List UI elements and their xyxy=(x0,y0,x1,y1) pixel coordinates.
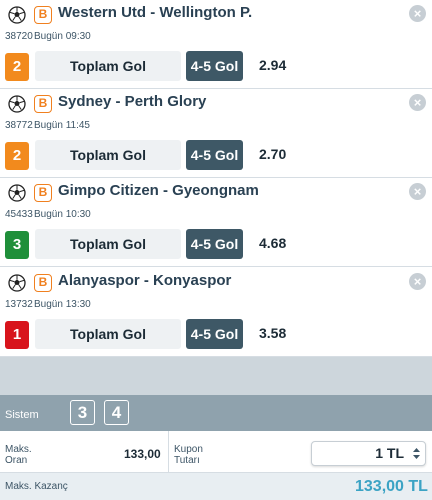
soccer-ball-icon xyxy=(8,95,26,113)
match-code: 38772 xyxy=(5,120,33,131)
soccer-ball-icon xyxy=(8,6,26,24)
soccer-ball-icon xyxy=(8,274,26,292)
close-icon[interactable]: × xyxy=(409,273,426,290)
selection-button[interactable]: 4-5 Gol xyxy=(186,51,243,81)
empty-area xyxy=(0,357,432,395)
max-winnings-row: Maks. Kazanç 133,00 TL xyxy=(0,473,432,500)
max-winnings-label: Maks. Kazanç xyxy=(5,481,68,492)
stepper-arrows-icon[interactable] xyxy=(412,446,421,461)
b-badge: B xyxy=(34,6,52,24)
match-teams[interactable]: Alanyaspor - Konyaspor xyxy=(58,272,231,289)
mbs-badge: 2 xyxy=(5,53,29,81)
b-badge: B xyxy=(34,184,52,202)
sistem-label: Sistem xyxy=(5,409,39,421)
bet-row: B Alanyaspor - Konyaspor × 13732 Bugün 1… xyxy=(0,268,432,357)
market-type: Toplam Gol xyxy=(35,140,181,170)
sistem-option-3-button[interactable]: 3 xyxy=(70,400,95,425)
match-time: Bugün 11:45 xyxy=(34,120,90,131)
odd-value: 3.58 xyxy=(259,325,287,341)
match-teams[interactable]: Western Utd - Wellington P. xyxy=(58,4,252,21)
max-odds-value: 133,00 xyxy=(124,447,161,461)
match-time: Bugün 10:30 xyxy=(34,209,91,220)
match-teams[interactable]: Gimpo Citizen - Gyeongnam xyxy=(58,182,259,199)
coupon-summary-row: Maks. Oran 133,00 Kupon Tutarı 1 TL xyxy=(0,431,432,473)
close-icon[interactable]: × xyxy=(409,5,426,22)
market-type: Toplam Gol xyxy=(35,51,181,81)
close-icon[interactable]: × xyxy=(409,94,426,111)
match-time: Bugün 13:30 xyxy=(34,299,91,310)
bet-row: B Sydney - Perth Glory × 38772 Bugün 11:… xyxy=(0,89,432,178)
soccer-ball-icon xyxy=(8,184,26,202)
bet-row: B Gimpo Citizen - Gyeongnam × 45433 Bugü… xyxy=(0,178,432,267)
close-icon[interactable]: × xyxy=(409,183,426,200)
odd-value: 4.68 xyxy=(259,235,287,251)
divider xyxy=(168,431,169,473)
odd-value: 2.94 xyxy=(259,57,287,73)
sistem-option-4-button[interactable]: 4 xyxy=(104,400,129,425)
mbs-badge: 2 xyxy=(5,142,29,170)
match-code: 38720 xyxy=(5,31,33,42)
bet-row: B Western Utd - Wellington P. × 38720 Bu… xyxy=(0,0,432,89)
sistem-bar: Sistem 3 4 xyxy=(0,395,432,431)
selection-button[interactable]: 4-5 Gol xyxy=(186,229,243,259)
match-code: 45433 xyxy=(5,209,33,220)
mbs-badge: 3 xyxy=(5,231,29,259)
market-type: Toplam Gol xyxy=(35,319,181,349)
selection-button[interactable]: 4-5 Gol xyxy=(186,140,243,170)
match-time: Bugün 09:30 xyxy=(34,31,91,42)
b-badge: B xyxy=(34,274,52,292)
odd-value: 2.70 xyxy=(259,146,287,162)
match-teams[interactable]: Sydney - Perth Glory xyxy=(58,93,206,110)
stake-input[interactable]: 1 TL xyxy=(311,441,426,466)
max-winnings-value: 133,00 TL xyxy=(355,478,428,495)
max-odds-label: Maks. Oran xyxy=(5,444,32,466)
selection-button[interactable]: 4-5 Gol xyxy=(186,319,243,349)
mbs-badge: 1 xyxy=(5,321,29,349)
b-badge: B xyxy=(34,95,52,113)
stake-value: 1 TL xyxy=(375,445,404,461)
market-type: Toplam Gol xyxy=(35,229,181,259)
coupon-amount-label: Kupon Tutarı xyxy=(174,444,203,466)
match-code: 13732 xyxy=(5,299,33,310)
